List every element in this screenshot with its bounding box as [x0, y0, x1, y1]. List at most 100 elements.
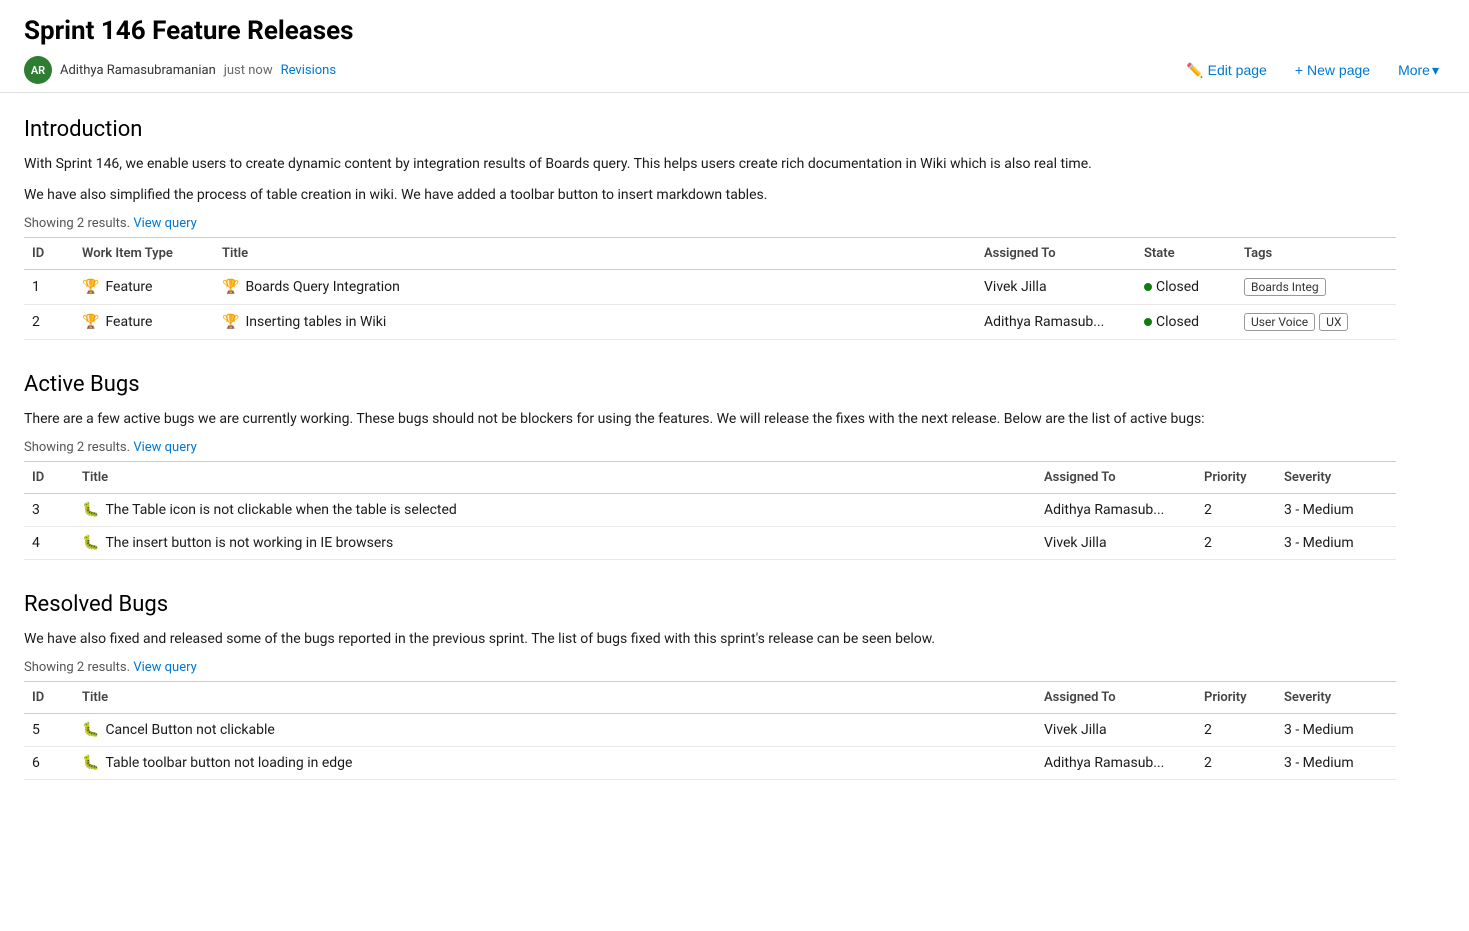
table-row: 1 🏆Feature 🏆Boards Query Integration Viv… — [24, 270, 1396, 305]
active-bugs-description: There are a few active bugs we are curre… — [24, 409, 1396, 430]
rb-col-title: Title — [74, 682, 1036, 714]
table-row: 2 🏆Feature 🏆Inserting tables in Wiki Adi… — [24, 305, 1396, 340]
active-bugs-header-row: ID Title Assigned To Priority Severity — [24, 462, 1396, 494]
row-id: 3 — [24, 494, 74, 527]
row-severity: 3 - Medium — [1276, 527, 1396, 560]
row-severity: 3 - Medium — [1276, 494, 1396, 527]
row-severity: 3 - Medium — [1276, 747, 1396, 780]
row-tags: User VoiceUX — [1236, 305, 1396, 340]
row-assignedto: Vivek Jilla — [976, 270, 1136, 305]
introduction-table: ID Work Item Type Title Assigned To Stat… — [24, 237, 1396, 340]
bug-icon: 🐛 — [82, 535, 99, 551]
row-severity: 3 - Medium — [1276, 714, 1396, 747]
resolved-bugs-description: We have also fixed and released some of … — [24, 629, 1396, 650]
row-priority: 2 — [1196, 527, 1276, 560]
row-assignedto: Adithya Ramasub... — [976, 305, 1136, 340]
intro-col-workitemtype: Work Item Type — [74, 238, 214, 270]
table-row: 5 🐛Cancel Button not clickable Vivek Jil… — [24, 714, 1396, 747]
row-workitemtype: 🏆Feature — [74, 305, 214, 340]
table-row: 4 🐛The insert button is not working in I… — [24, 527, 1396, 560]
feature-icon-title: 🏆 — [222, 279, 239, 295]
tag-badge: Boards Integ — [1244, 278, 1326, 296]
bug-icon: 🐛 — [82, 755, 99, 771]
status-dot — [1144, 283, 1152, 291]
row-title: 🐛Cancel Button not clickable — [74, 714, 1036, 747]
intro-showing-results: Showing 2 results. View query — [24, 216, 1396, 231]
row-id: 4 — [24, 527, 74, 560]
meta-row: AR Adithya Ramasubramanian just now Revi… — [24, 56, 1445, 84]
ab-col-assignedto: Assigned To — [1036, 462, 1196, 494]
main-content: Introduction With Sprint 146, we enable … — [0, 93, 1420, 836]
chevron-down-icon: ▾ — [1432, 62, 1439, 79]
avatar: AR — [24, 56, 52, 84]
intro-col-state: State — [1136, 238, 1236, 270]
row-state: Closed — [1136, 270, 1236, 305]
plus-icon: + — [1295, 62, 1303, 78]
author-name: Adithya Ramasubramanian — [60, 63, 216, 78]
intro-paragraph-2: We have also simplified the process of t… — [24, 185, 1396, 206]
ab-col-priority: Priority — [1196, 462, 1276, 494]
bug-icon: 🐛 — [82, 722, 99, 738]
intro-col-tags: Tags — [1236, 238, 1396, 270]
feature-icon: 🏆 — [82, 279, 99, 295]
resolved-bugs-title: Resolved Bugs — [24, 592, 1396, 617]
rb-col-id: ID — [24, 682, 74, 714]
resolved-bugs-section: Resolved Bugs We have also fixed and rel… — [24, 592, 1396, 780]
more-button[interactable]: More ▾ — [1392, 58, 1445, 83]
row-id: 1 — [24, 270, 74, 305]
table-row: 6 🐛Table toolbar button not loading in e… — [24, 747, 1396, 780]
active-bugs-view-query-link[interactable]: View query — [133, 440, 196, 455]
introduction-section: Introduction With Sprint 146, we enable … — [24, 117, 1396, 340]
row-title: 🐛The insert button is not working in IE … — [74, 527, 1036, 560]
feature-icon-title: 🏆 — [222, 314, 239, 330]
row-title: 🏆Inserting tables in Wiki — [214, 305, 976, 340]
header: Sprint 146 Feature Releases AR Adithya R… — [0, 0, 1469, 93]
row-workitemtype: 🏆Feature — [74, 270, 214, 305]
active-bugs-showing-results: Showing 2 results. View query — [24, 440, 1396, 455]
row-assignedto: Vivek Jilla — [1036, 714, 1196, 747]
intro-col-id: ID — [24, 238, 74, 270]
row-assignedto: Vivek Jilla — [1036, 527, 1196, 560]
resolved-bugs-table: ID Title Assigned To Priority Severity 5… — [24, 681, 1396, 780]
row-title: 🐛Table toolbar button not loading in edg… — [74, 747, 1036, 780]
introduction-title: Introduction — [24, 117, 1396, 142]
row-priority: 2 — [1196, 714, 1276, 747]
edit-page-button[interactable]: ✏️ Edit page — [1180, 58, 1273, 83]
bug-icon: 🐛 — [82, 502, 99, 518]
timestamp: just now — [224, 63, 273, 78]
page-title: Sprint 146 Feature Releases — [24, 16, 1445, 46]
row-priority: 2 — [1196, 747, 1276, 780]
row-id: 5 — [24, 714, 74, 747]
intro-table-header-row: ID Work Item Type Title Assigned To Stat… — [24, 238, 1396, 270]
rb-col-severity: Severity — [1276, 682, 1396, 714]
table-row: 3 🐛The Table icon is not clickable when … — [24, 494, 1396, 527]
row-assignedto: Adithya Ramasub... — [1036, 747, 1196, 780]
row-id: 6 — [24, 747, 74, 780]
ab-col-id: ID — [24, 462, 74, 494]
resolved-bugs-view-query-link[interactable]: View query — [133, 660, 196, 675]
resolved-bugs-header-row: ID Title Assigned To Priority Severity — [24, 682, 1396, 714]
edit-icon: ✏️ — [1186, 62, 1203, 79]
intro-col-assignedto: Assigned To — [976, 238, 1136, 270]
ab-col-title: Title — [74, 462, 1036, 494]
intro-view-query-link[interactable]: View query — [133, 216, 196, 231]
row-title: 🐛The Table icon is not clickable when th… — [74, 494, 1036, 527]
toolbar-right: ✏️ Edit page + New page More ▾ — [1180, 58, 1445, 83]
tag-badge: UX — [1319, 313, 1348, 331]
revisions-link[interactable]: Revisions — [281, 63, 336, 78]
rb-col-priority: Priority — [1196, 682, 1276, 714]
status-dot — [1144, 318, 1152, 326]
new-page-button[interactable]: + New page — [1289, 58, 1376, 82]
active-bugs-section: Active Bugs There are a few active bugs … — [24, 372, 1396, 560]
intro-paragraph-1: With Sprint 146, we enable users to crea… — [24, 154, 1396, 175]
active-bugs-title: Active Bugs — [24, 372, 1396, 397]
active-bugs-table: ID Title Assigned To Priority Severity 3… — [24, 461, 1396, 560]
row-tags: Boards Integ — [1236, 270, 1396, 305]
row-id: 2 — [24, 305, 74, 340]
intro-col-title: Title — [214, 238, 976, 270]
feature-icon: 🏆 — [82, 314, 99, 330]
row-title: 🏆Boards Query Integration — [214, 270, 976, 305]
ab-col-severity: Severity — [1276, 462, 1396, 494]
rb-col-assignedto: Assigned To — [1036, 682, 1196, 714]
row-state: Closed — [1136, 305, 1236, 340]
